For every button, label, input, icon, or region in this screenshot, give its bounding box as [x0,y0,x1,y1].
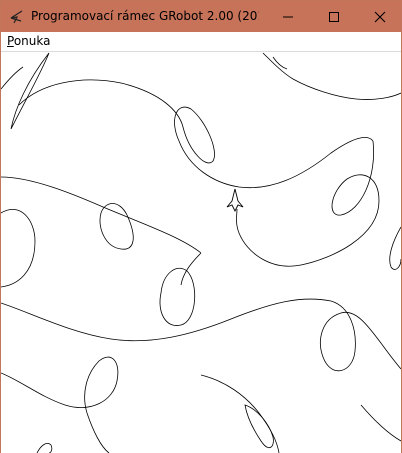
menu-ponuka[interactable]: Ponuka [6,32,51,51]
trace-curve [1,208,36,288]
robot-cursor-icon [226,188,244,213]
title-bar[interactable]: Programovací rámec GRobot 2.00 (2019-0… [1,1,401,32]
menu-ponuka-label: onuka [13,34,51,48]
trace-curve [10,52,50,130]
drawing-surface [1,52,401,453]
trace-curve [236,140,380,267]
trace-curve [36,443,53,453]
robot-arrow-icon [1,1,31,32]
trace-curve [1,298,401,372]
minimize-button[interactable] [265,1,311,32]
trace-curve [1,356,119,453]
trace-curve [389,226,401,270]
app-window: Programovací rámec GRobot 2.00 (2019-0… … [0,0,402,453]
maximize-icon [329,11,339,22]
menu-ponuka-mnemonic: P [7,34,14,48]
minimize-icon [283,16,293,17]
trace-curve [159,267,196,326]
trace-curve [262,52,401,100]
trace-curve [99,203,134,250]
menu-bar: Ponuka [1,32,401,52]
trace-curve [18,79,374,189]
drawing-canvas[interactable] [1,52,401,453]
close-icon [374,11,386,22]
trace-curve [1,176,202,254]
trace-curve [200,374,280,453]
trace-curve [272,56,288,70]
trace-curve [244,404,274,449]
maximize-button[interactable] [311,1,357,32]
trace-curve [360,404,401,442]
trace-curve [1,66,24,90]
window-title: Programovací rámec GRobot 2.00 (2019-0… [31,9,259,23]
close-button[interactable] [357,1,402,32]
